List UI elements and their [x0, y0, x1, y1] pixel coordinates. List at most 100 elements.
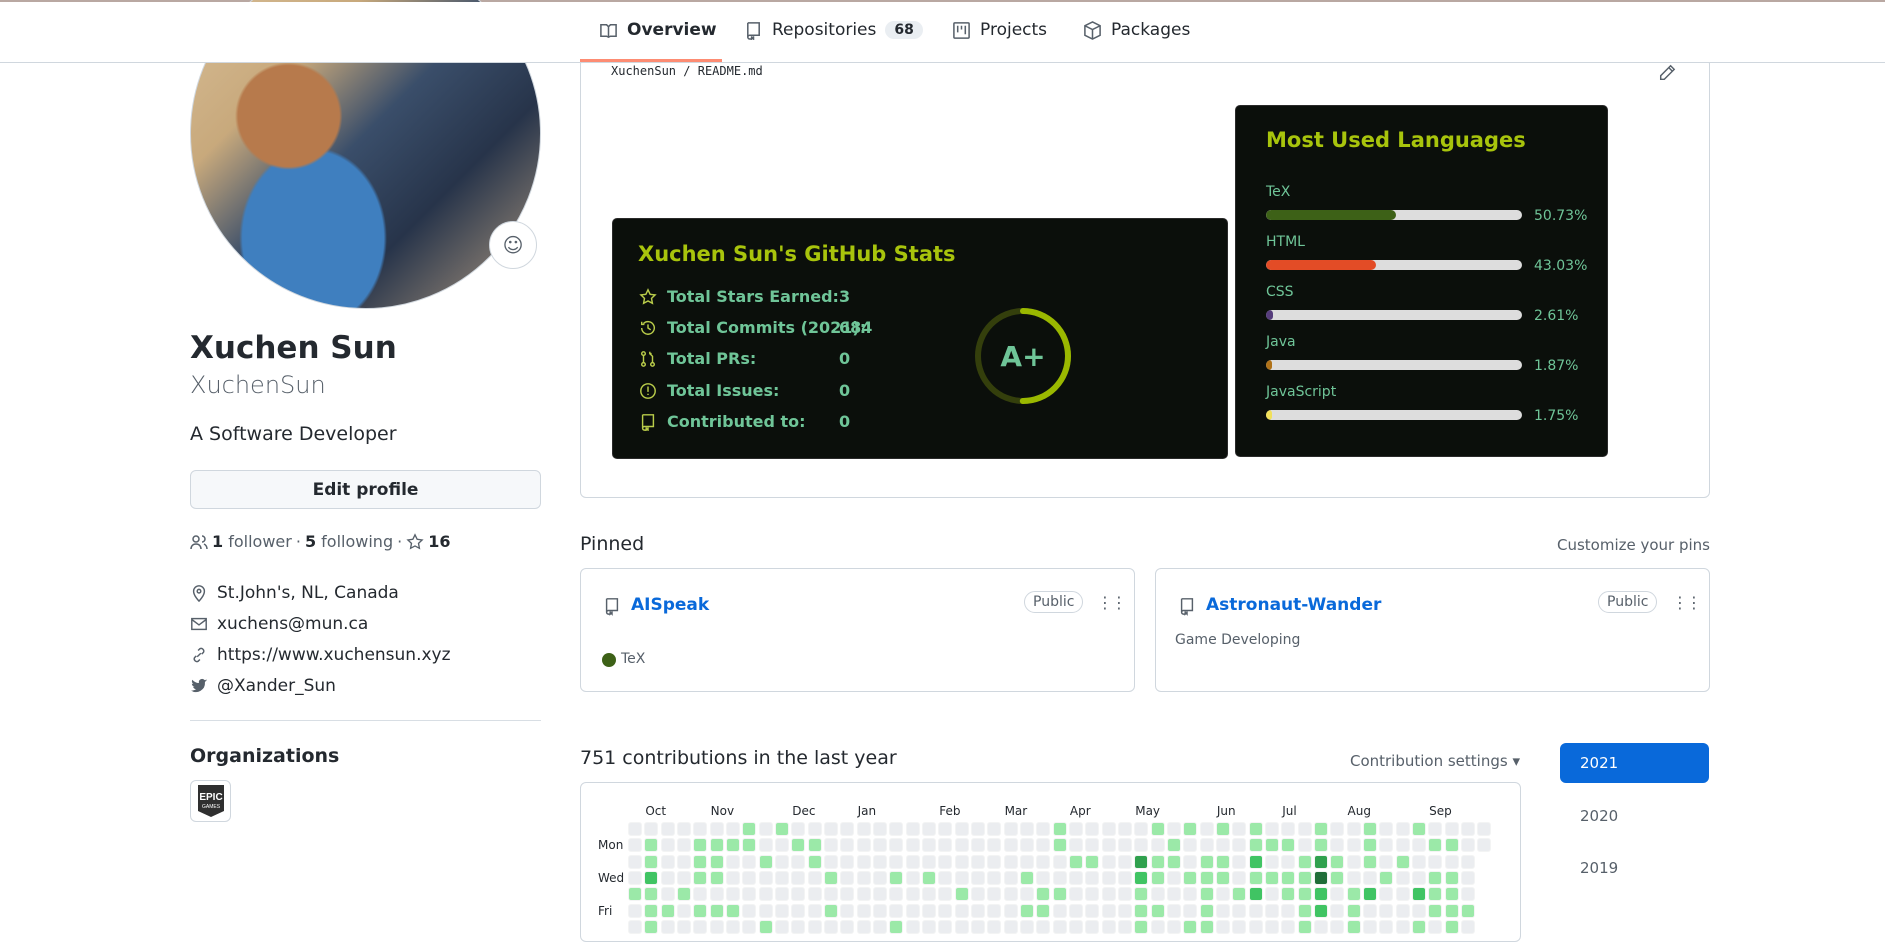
contribution-cell[interactable]	[1019, 887, 1034, 902]
contribution-cell[interactable]	[970, 870, 985, 885]
contribution-cell[interactable]	[742, 838, 757, 853]
contribution-cell[interactable]	[1085, 854, 1100, 869]
contribution-cell[interactable]	[1330, 854, 1345, 869]
contribution-cell[interactable]	[921, 870, 936, 885]
contribution-cell[interactable]	[1395, 870, 1410, 885]
following-link[interactable]: 5 following	[305, 532, 393, 551]
contribution-cell[interactable]	[791, 887, 806, 902]
contribution-cell[interactable]	[758, 838, 773, 853]
contribution-cell[interactable]	[1411, 822, 1426, 836]
contribution-cell[interactable]	[628, 903, 642, 918]
contribution-cell[interactable]	[1117, 870, 1132, 885]
contribution-cell[interactable]	[1101, 870, 1116, 885]
year-button-2019[interactable]: 2019	[1560, 848, 1709, 888]
contribution-cell[interactable]	[1085, 870, 1100, 885]
contribution-cell[interactable]	[889, 822, 904, 836]
contribution-cell[interactable]	[1117, 822, 1132, 836]
contribution-cell[interactable]	[774, 822, 789, 836]
contribution-cell[interactable]	[1166, 919, 1181, 934]
contribution-cell[interactable]	[840, 854, 855, 869]
contribution-cell[interactable]	[823, 854, 838, 869]
contribution-cell[interactable]	[1166, 870, 1181, 885]
contribution-cell[interactable]	[1150, 887, 1165, 902]
contribution-cell[interactable]	[774, 870, 789, 885]
contribution-cell[interactable]	[1019, 838, 1034, 853]
contribution-cell[interactable]	[1297, 822, 1312, 836]
tab-repositories[interactable]: Repositories 68	[744, 20, 923, 40]
contribution-cell[interactable]	[644, 903, 659, 918]
contribution-cell[interactable]	[1460, 919, 1475, 934]
contribution-cell[interactable]	[1362, 887, 1377, 902]
contribution-cell[interactable]	[1068, 838, 1083, 853]
contribution-cell[interactable]	[774, 887, 789, 902]
contribution-cell[interactable]	[709, 887, 724, 902]
contribution-cell[interactable]	[1117, 903, 1132, 918]
contribution-cell[interactable]	[807, 919, 822, 934]
contribution-cell[interactable]	[1134, 838, 1149, 853]
contribution-cell[interactable]	[1297, 854, 1312, 869]
contribution-cell[interactable]	[1362, 838, 1377, 853]
contribution-cell[interactable]	[1444, 903, 1459, 918]
contribution-cell[interactable]	[1281, 903, 1296, 918]
contribution-cell[interactable]	[1460, 887, 1475, 902]
contribution-cell[interactable]	[1150, 822, 1165, 836]
contribution-cell[interactable]	[856, 838, 871, 853]
contribution-cell[interactable]	[1248, 854, 1263, 869]
contribution-cell[interactable]	[1019, 919, 1034, 934]
contribution-cell[interactable]	[1052, 919, 1067, 934]
contribution-cell[interactable]	[921, 903, 936, 918]
contribution-cell[interactable]	[1183, 870, 1198, 885]
contribution-cell[interactable]	[1379, 822, 1394, 836]
contribution-cell[interactable]	[758, 822, 773, 836]
contribution-cell[interactable]	[1101, 887, 1116, 902]
contribution-cell[interactable]	[1395, 854, 1410, 869]
contribution-cell[interactable]	[840, 838, 855, 853]
stars-link[interactable]: 16	[406, 532, 450, 551]
contribution-cell[interactable]	[693, 903, 708, 918]
contribution-cell[interactable]	[791, 919, 806, 934]
contribution-cell[interactable]	[1232, 854, 1247, 869]
contribution-cell[interactable]	[1036, 887, 1051, 902]
contribution-cell[interactable]	[644, 838, 659, 853]
contribution-cell[interactable]	[1264, 870, 1279, 885]
edit-readme-button[interactable]	[1658, 64, 1676, 86]
contribution-cell[interactable]	[1395, 919, 1410, 934]
contribution-cell[interactable]	[644, 887, 659, 902]
contribution-cell[interactable]	[660, 887, 675, 902]
contribution-cell[interactable]	[1362, 854, 1377, 869]
contribution-cell[interactable]	[823, 870, 838, 885]
contribution-cell[interactable]	[693, 887, 708, 902]
contribution-cell[interactable]	[1166, 854, 1181, 869]
contribution-cell[interactable]	[742, 870, 757, 885]
contribution-cell[interactable]	[725, 838, 740, 853]
contribution-cell[interactable]	[970, 838, 985, 853]
contribution-cell[interactable]	[1444, 822, 1459, 836]
contribution-cell[interactable]	[1117, 887, 1132, 902]
contribution-cell[interactable]	[660, 838, 675, 853]
contribution-cell[interactable]	[644, 854, 659, 869]
year-button-2020[interactable]: 2020	[1560, 796, 1709, 836]
contribution-cell[interactable]	[1166, 838, 1181, 853]
contribution-cell[interactable]	[774, 838, 789, 853]
contribution-cell[interactable]	[1232, 919, 1247, 934]
contribution-cell[interactable]	[1411, 903, 1426, 918]
contribution-cell[interactable]	[660, 903, 675, 918]
contribution-cell[interactable]	[954, 870, 969, 885]
contribution-cell[interactable]	[1281, 870, 1296, 885]
contribution-cell[interactable]	[660, 822, 675, 836]
contribution-cell[interactable]	[774, 903, 789, 918]
contribution-cell[interactable]	[1248, 838, 1263, 853]
contribution-cell[interactable]	[1346, 838, 1361, 853]
contribution-cell[interactable]	[1379, 887, 1394, 902]
contribution-cell[interactable]	[840, 903, 855, 918]
contribution-cell[interactable]	[1460, 822, 1475, 836]
contribution-cell[interactable]	[1003, 822, 1018, 836]
contribution-cell[interactable]	[1019, 854, 1034, 869]
contribution-cell[interactable]	[1232, 887, 1247, 902]
contribution-cell[interactable]	[905, 919, 920, 934]
contribution-cell[interactable]	[1199, 887, 1214, 902]
contribution-cell[interactable]	[1215, 870, 1230, 885]
contribution-cell[interactable]	[1183, 822, 1198, 836]
contribution-cell[interactable]	[1444, 887, 1459, 902]
contribution-cell[interactable]	[807, 854, 822, 869]
